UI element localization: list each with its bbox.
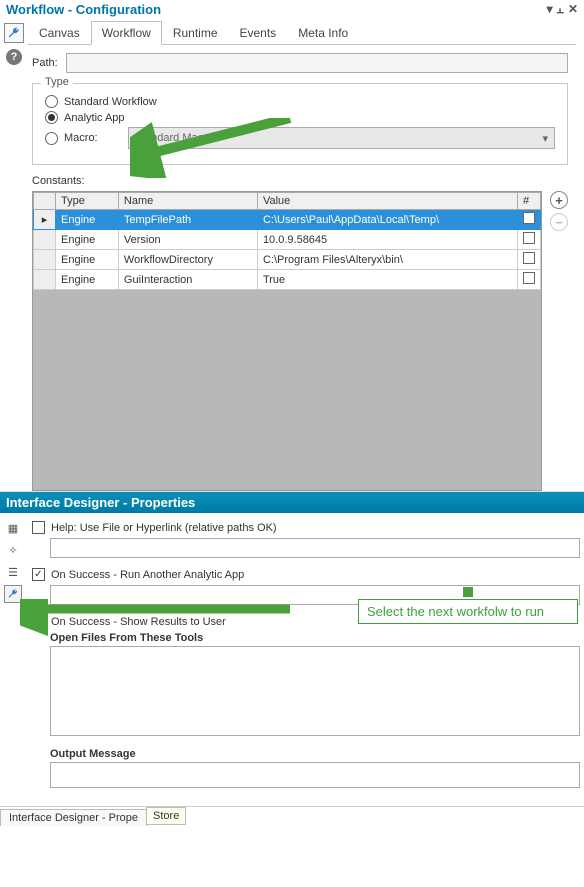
tab-metainfo[interactable]: Meta Info [287, 21, 359, 44]
help-icon[interactable]: ? [6, 49, 22, 65]
on-success-run-checkbox[interactable]: ✓ [32, 568, 45, 581]
on-success-run-label: On Success - Run Another Analytic App [51, 569, 244, 581]
table-row[interactable]: EngineGuiInteractionTrue [34, 270, 541, 290]
radio-macro-label: Macro: [64, 132, 98, 144]
col-value[interactable]: Value [257, 193, 517, 210]
path-input[interactable] [66, 53, 568, 73]
help-checkbox[interactable] [32, 521, 45, 534]
output-message-input[interactable] [50, 762, 580, 788]
add-constant-button[interactable]: + [550, 191, 568, 209]
macro-type-dropdown[interactable]: Standard Macro ▾ [128, 127, 555, 149]
wrench-icon[interactable] [4, 23, 24, 43]
workflow-config-title: Workflow - Configuration [6, 2, 161, 17]
tab-events[interactable]: Events [229, 21, 288, 44]
radio-standard-label: Standard Workflow [64, 96, 157, 108]
on-success-results-checkbox[interactable]: ✓ [32, 615, 45, 628]
help-label: Help: Use File or Hyperlink (relative pa… [51, 522, 277, 534]
open-files-label: Open Files From These Tools [50, 632, 580, 644]
properties-wrench-icon[interactable] [4, 585, 22, 603]
constants-label: Constants: [32, 175, 568, 187]
col-type[interactable]: Type [56, 193, 119, 210]
tab-runtime[interactable]: Runtime [162, 21, 229, 44]
table-row[interactable]: EngineVersion10.0.9.58645 [34, 230, 541, 250]
close-icon[interactable]: ✕ [568, 2, 578, 17]
layout-icon[interactable]: ▦ [4, 519, 22, 537]
table-row[interactable]: ▸EngineTempFilePathC:\Users\Paul\AppData… [34, 210, 541, 230]
interface-designer-title: Interface Designer - Properties [0, 492, 584, 513]
macro-dropdown-value: Standard Macro [135, 132, 213, 144]
constants-grid[interactable]: Type Name Value # ▸EngineTempFilePathC:\… [32, 191, 542, 491]
footer-tab-store[interactable]: Store [146, 807, 186, 825]
radio-macro[interactable]: Macro: Standard Macro ▾ [45, 127, 555, 149]
remove-constant-button[interactable]: − [550, 213, 568, 231]
table-row[interactable]: EngineWorkflowDirectoryC:\Program Files\… [34, 250, 541, 270]
tree-icon[interactable]: ☰ [4, 563, 22, 581]
footer-tab-interface-designer[interactable]: Interface Designer - Prope [0, 809, 147, 826]
radio-standard-workflow[interactable]: Standard Workflow [45, 95, 555, 108]
config-tabs: Canvas Workflow Runtime Events Meta Info [28, 21, 576, 45]
type-legend: Type [41, 76, 73, 88]
radio-analytic-app[interactable]: Analytic App [45, 111, 555, 124]
dropdown-icon[interactable]: ▾ [547, 2, 553, 17]
type-group: Type Standard Workflow Analytic App Macr… [32, 83, 568, 165]
tab-workflow[interactable]: Workflow [91, 21, 162, 45]
magic-icon[interactable]: ✧ [4, 541, 22, 559]
col-name[interactable]: Name [118, 193, 257, 210]
path-label: Path: [32, 57, 58, 69]
on-success-results-label: On Success - Show Results to User [51, 616, 226, 628]
help-path-input[interactable] [50, 538, 580, 558]
output-message-label: Output Message [50, 748, 580, 760]
pin-icon[interactable]: ⫠ [557, 2, 564, 17]
tab-canvas[interactable]: Canvas [28, 21, 91, 44]
open-files-list[interactable] [50, 646, 580, 736]
col-hash[interactable]: # [518, 193, 541, 210]
chevron-down-icon: ▾ [542, 132, 548, 145]
on-success-app-input[interactable] [50, 585, 580, 605]
radio-analytic-label: Analytic App [64, 112, 125, 124]
